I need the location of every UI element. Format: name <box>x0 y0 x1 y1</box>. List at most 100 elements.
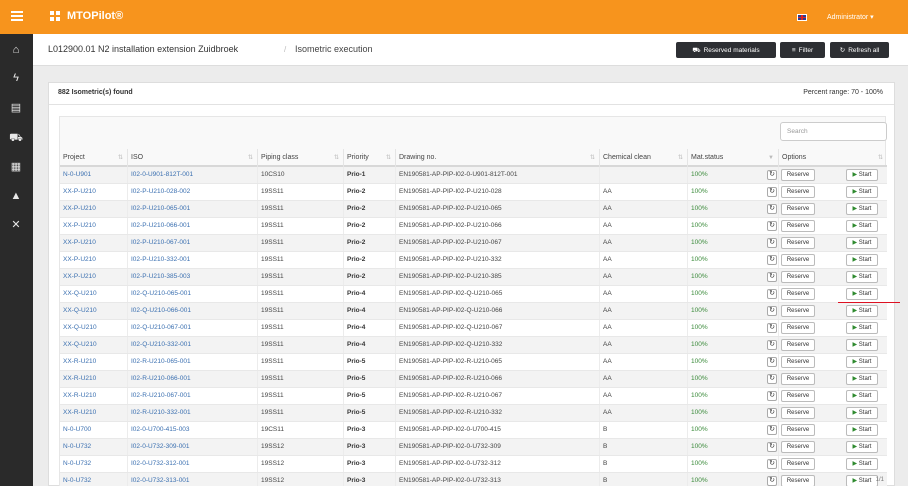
cell-iso[interactable]: I02-Q-U210-065-001 <box>127 286 257 302</box>
row-refresh-icon[interactable]: ↻ <box>767 425 777 435</box>
cell-project[interactable]: XX-Q-U210 <box>60 337 127 353</box>
row-refresh-icon[interactable]: ↻ <box>767 272 777 282</box>
start-button[interactable]: ▶ Start <box>846 458 878 470</box>
cell-iso[interactable]: I02-P-U210-067-001 <box>127 235 257 251</box>
cell-iso[interactable]: I02-0-U732-313-001 <box>127 473 257 486</box>
cell-project[interactable]: XX-R-U210 <box>60 371 127 387</box>
filter-button[interactable]: ≡ Filter <box>780 42 825 58</box>
row-refresh-icon[interactable]: ↻ <box>767 255 777 265</box>
reserve-button[interactable]: Reserve <box>781 271 815 283</box>
cell-project[interactable]: N-0-U732 <box>60 439 127 455</box>
cell-iso[interactable]: I02-R-U210-066-001 <box>127 371 257 387</box>
menu-icon[interactable] <box>11 11 23 21</box>
cell-iso[interactable]: I02-R-U210-332-001 <box>127 405 257 421</box>
start-button[interactable]: ▶ Start <box>846 203 878 215</box>
cell-project[interactable]: XX-P-U210 <box>60 235 127 251</box>
cell-project[interactable]: XX-P-U210 <box>60 269 127 285</box>
start-button[interactable]: ▶ Start <box>846 288 878 300</box>
start-button[interactable]: ▶ Start <box>846 220 878 232</box>
row-refresh-icon[interactable]: ↻ <box>767 408 777 418</box>
cell-iso[interactable]: I02-P-U210-066-001 <box>127 218 257 234</box>
reserve-button[interactable]: Reserve <box>781 458 815 470</box>
refresh-all-button[interactable]: ↻ Refresh all <box>830 42 889 58</box>
cart-icon[interactable]: ⛟ <box>9 131 23 145</box>
row-refresh-icon[interactable]: ↻ <box>767 357 777 367</box>
cell-iso[interactable]: I02-Q-U210-332-001 <box>127 337 257 353</box>
start-button[interactable]: ▶ Start <box>846 373 878 385</box>
column-options[interactable]: Options ⇅ <box>778 149 887 167</box>
row-refresh-icon[interactable]: ↻ <box>767 238 777 248</box>
reserve-button[interactable]: Reserve <box>781 407 815 419</box>
book-icon[interactable]: ▤ <box>9 101 23 115</box>
reserve-button[interactable]: Reserve <box>781 356 815 368</box>
row-refresh-icon[interactable]: ↻ <box>767 442 777 452</box>
search-input[interactable] <box>780 122 887 141</box>
row-refresh-icon[interactable]: ↻ <box>767 170 777 180</box>
cell-iso[interactable]: I02-0-U901-812T-001 <box>127 167 257 183</box>
reserve-button[interactable]: Reserve <box>781 441 815 453</box>
reserve-button[interactable]: Reserve <box>781 220 815 232</box>
start-button[interactable]: ▶ Start <box>846 254 878 266</box>
row-refresh-icon[interactable]: ↻ <box>767 374 777 384</box>
cell-iso[interactable]: I02-P-U210-028-002 <box>127 184 257 200</box>
reserve-button[interactable]: Reserve <box>781 390 815 402</box>
start-button[interactable]: ▶ Start <box>846 424 878 436</box>
breadcrumb-project[interactable]: L012900.01 N2 installation extension Zui… <box>48 44 238 54</box>
cell-project[interactable]: XX-P-U210 <box>60 252 127 268</box>
home-icon[interactable]: ⌂ <box>9 43 23 57</box>
tools-icon[interactable]: ✕ <box>9 218 23 232</box>
cell-iso[interactable]: I02-R-U210-065-001 <box>127 354 257 370</box>
column-priority[interactable]: Priority ⇅ <box>343 149 395 167</box>
cell-project[interactable]: N-0-U901 <box>60 167 127 183</box>
road-icon[interactable]: ▲ <box>9 189 23 203</box>
column-iso[interactable]: ISO ⇅ <box>127 149 257 167</box>
reserved-materials-button[interactable]: ⛟ Reserved materials <box>676 42 776 58</box>
cell-project[interactable]: XX-Q-U210 <box>60 286 127 302</box>
row-refresh-icon[interactable]: ↻ <box>767 187 777 197</box>
cell-iso[interactable]: I02-0-U732-312-001 <box>127 456 257 472</box>
report-icon[interactable]: ▦ <box>9 160 23 174</box>
cell-project[interactable]: N-0-U700 <box>60 422 127 438</box>
reserve-button[interactable]: Reserve <box>781 339 815 351</box>
reserve-button[interactable]: Reserve <box>781 186 815 198</box>
row-refresh-icon[interactable]: ↻ <box>767 306 777 316</box>
start-button[interactable]: ▶ Start <box>846 441 878 453</box>
start-button[interactable]: ▶ Start <box>846 407 878 419</box>
reserve-button[interactable]: Reserve <box>781 475 815 486</box>
row-refresh-icon[interactable]: ↻ <box>767 476 777 486</box>
column-piping-class[interactable]: Piping class ⇅ <box>257 149 343 167</box>
column-project[interactable]: Project ⇅ <box>60 149 127 167</box>
app-brand[interactable]: MTOPilot® <box>50 10 123 22</box>
reserve-button[interactable]: Reserve <box>781 203 815 215</box>
row-refresh-icon[interactable]: ↻ <box>767 459 777 469</box>
reserve-button[interactable]: Reserve <box>781 322 815 334</box>
reserve-button[interactable]: Reserve <box>781 254 815 266</box>
start-button[interactable]: ▶ Start <box>846 475 878 486</box>
cell-project[interactable]: XX-Q-U210 <box>60 303 127 319</box>
cell-project[interactable]: XX-P-U210 <box>60 184 127 200</box>
row-refresh-icon[interactable]: ↻ <box>767 204 777 214</box>
cell-project[interactable]: XX-P-U210 <box>60 201 127 217</box>
row-refresh-icon[interactable]: ↻ <box>767 221 777 231</box>
row-refresh-icon[interactable]: ↻ <box>767 323 777 333</box>
reserve-button[interactable]: Reserve <box>781 305 815 317</box>
column-mat-status[interactable]: Mat.status ▼ <box>687 149 778 167</box>
start-button[interactable]: ▶ Start <box>846 339 878 351</box>
cell-iso[interactable]: I02-R-U210-067-001 <box>127 388 257 404</box>
reserve-button[interactable]: Reserve <box>781 169 815 181</box>
reserve-button[interactable]: Reserve <box>781 237 815 249</box>
cell-project[interactable]: XX-R-U210 <box>60 405 127 421</box>
cell-iso[interactable]: I02-Q-U210-066-001 <box>127 303 257 319</box>
start-button[interactable]: ▶ Start <box>846 237 878 249</box>
start-button[interactable]: ▶ Start <box>846 322 878 334</box>
flash-icon[interactable]: ϟ <box>9 71 23 85</box>
start-button[interactable]: ▶ Start <box>846 271 878 283</box>
cell-iso[interactable]: I02-P-U210-065-001 <box>127 201 257 217</box>
start-button[interactable]: ▶ Start <box>846 305 878 317</box>
reserve-button[interactable]: Reserve <box>781 373 815 385</box>
reserve-button[interactable]: Reserve <box>781 288 815 300</box>
column-chemical-clean[interactable]: Chemical clean ⇅ <box>599 149 687 167</box>
cell-iso[interactable]: I02-P-U210-332-001 <box>127 252 257 268</box>
start-button[interactable]: ▶ Start <box>846 390 878 402</box>
cell-project[interactable]: XX-Q-U210 <box>60 320 127 336</box>
